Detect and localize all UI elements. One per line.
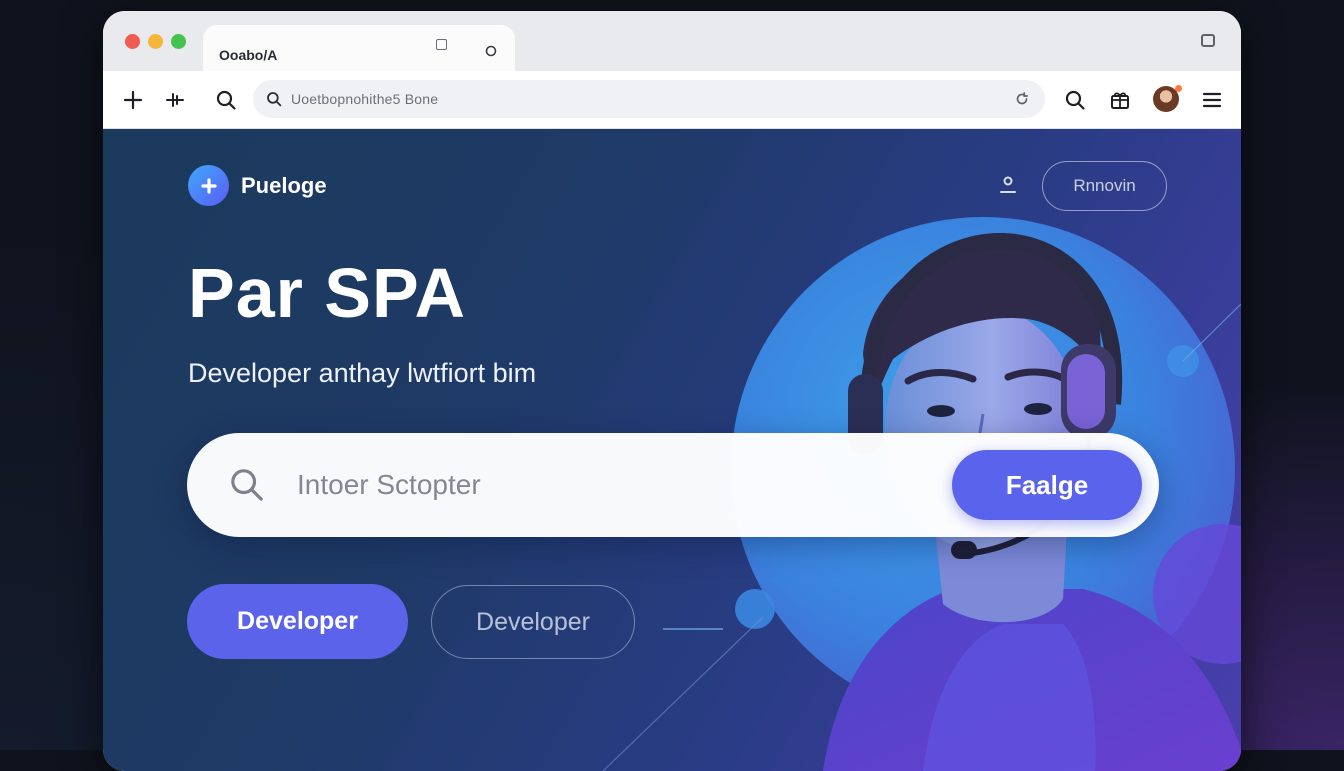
- browser-tab-active[interactable]: Ooabo/A: [203, 25, 515, 77]
- url-search-icon: [265, 90, 283, 108]
- reload-icon[interactable]: [1013, 90, 1031, 108]
- browser-toolbar: Uoetbopnohithe5 Bone: [103, 71, 1241, 129]
- brand-logo-icon: [188, 165, 229, 206]
- tab-title: Ooabo/A: [219, 47, 277, 63]
- header-signin-button[interactable]: Rnnovin: [1042, 161, 1167, 211]
- new-tab-icon[interactable]: [436, 39, 447, 50]
- brand[interactable]: Pueloge: [188, 165, 327, 206]
- brand-name: Pueloge: [241, 173, 327, 199]
- close-icon[interactable]: [485, 45, 497, 60]
- browser-window: Ooabo/A Uoetbopnohithe5 Bone: [103, 11, 1241, 771]
- notification-dot: [1175, 85, 1182, 92]
- tab-bar: Ooabo/A: [103, 11, 1241, 71]
- minimize-window-button[interactable]: [148, 34, 163, 49]
- page-subtitle: Developer anthay lwtfiort bim: [188, 358, 536, 389]
- extensions-icon[interactable]: [163, 88, 187, 112]
- url-text: Uoetbopnohithe5 Bone: [291, 91, 438, 107]
- user-icon[interactable]: [996, 173, 1020, 197]
- search-icon[interactable]: [214, 88, 238, 112]
- search-icon: [227, 465, 267, 505]
- search-icon[interactable]: [1063, 88, 1087, 112]
- search-button[interactable]: Faalge: [952, 450, 1142, 520]
- maximize-window-button[interactable]: [171, 34, 186, 49]
- plus-icon[interactable]: [121, 88, 145, 112]
- secondary-cta-button[interactable]: Developer: [431, 585, 635, 659]
- window-controls: [125, 34, 186, 49]
- window-restore-icon[interactable]: [1201, 34, 1215, 47]
- hero-section: Pueloge Rnnovin Par SPA Developer anthay…: [103, 129, 1241, 771]
- primary-cta-button[interactable]: Developer: [187, 584, 408, 659]
- menu-icon[interactable]: [1200, 88, 1224, 112]
- address-bar[interactable]: Uoetbopnohithe5 Bone: [253, 80, 1045, 118]
- close-window-button[interactable]: [125, 34, 140, 49]
- page-title: Par SPA: [188, 253, 466, 333]
- gift-icon[interactable]: [1108, 88, 1132, 112]
- hero-search-bar: Faalge: [187, 433, 1159, 537]
- search-input[interactable]: [297, 433, 897, 537]
